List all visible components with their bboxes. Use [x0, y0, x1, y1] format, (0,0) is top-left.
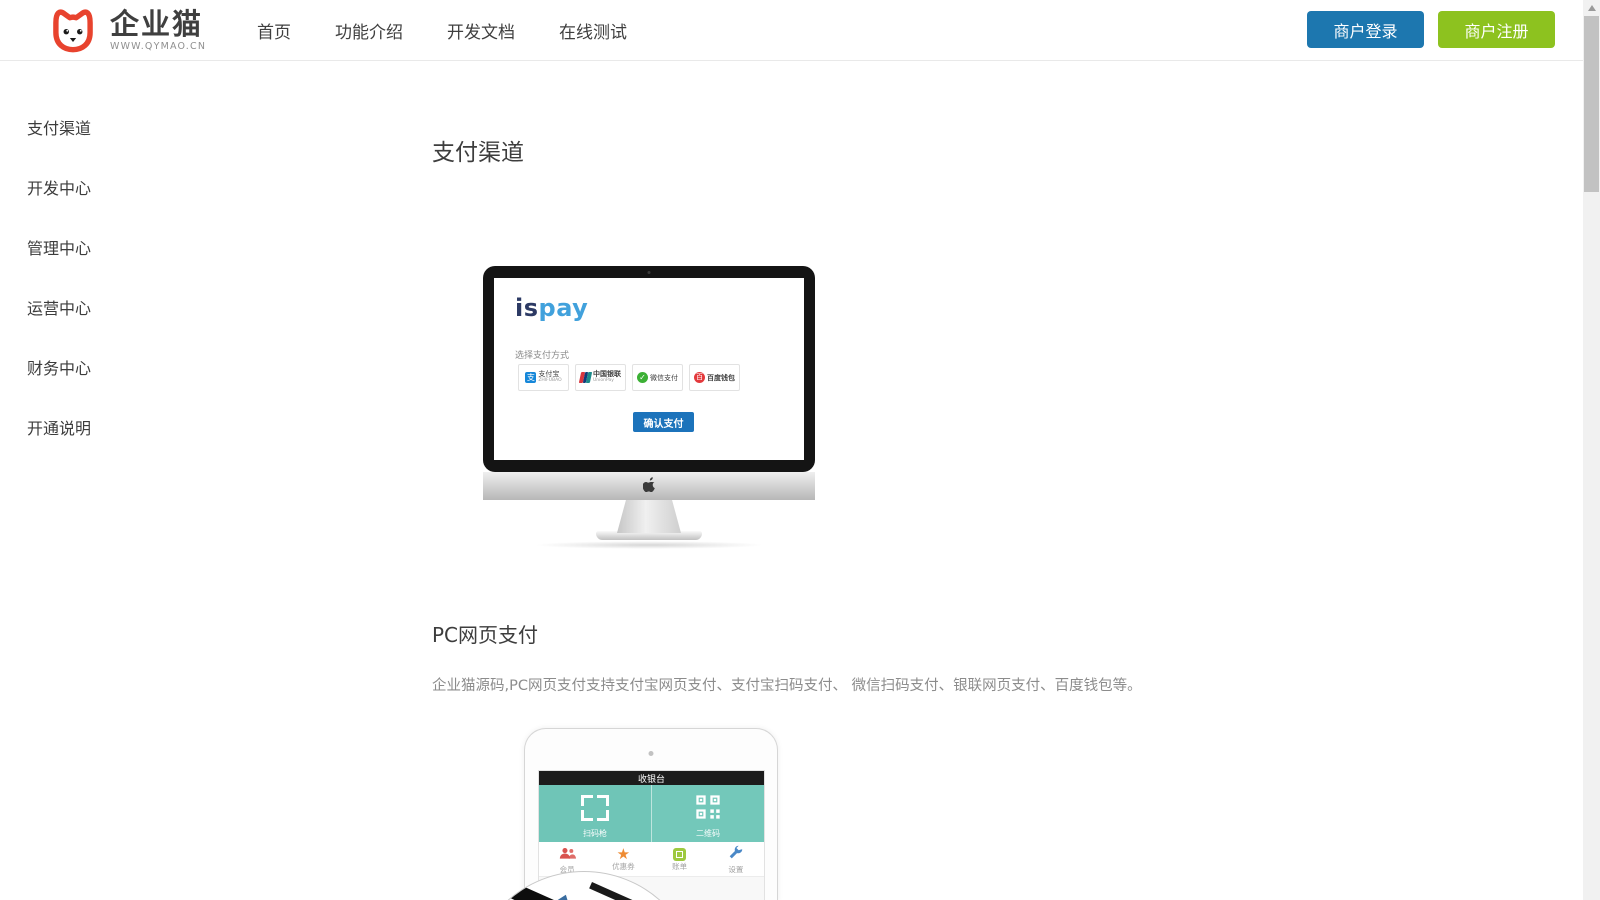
section-title: PC网页支付 [432, 619, 538, 648]
wrench-icon [728, 845, 743, 864]
qr-code-icon [693, 793, 723, 825]
imac-screen: ispay 选择支付方式 支 支付宝 ZHIFUBAO 中国银联 [494, 278, 804, 460]
logo-title: 企业猫 [110, 7, 206, 41]
wechat-pay-icon: ✓ [637, 372, 648, 383]
sidebar-item-finance-center[interactable]: 财务中心 [27, 357, 91, 380]
top-navbar: 企业猫 WWW.QYMAO.CN 首页 功能介绍 开发文档 在线测试 商户登录 … [0, 0, 1600, 61]
merchant-register-button[interactable]: 商户注册 [1438, 11, 1555, 48]
sidebar-item-dev-center[interactable]: 开发中心 [27, 177, 91, 200]
section-description: 企业猫源码,PC网页支付支持支付宝网页支付、支付宝扫码支付、 微信扫码支付、银联… [432, 674, 1142, 695]
imac-illustration: ispay 选择支付方式 支 支付宝 ZHIFUBAO 中国银联 [483, 266, 815, 549]
imac-shadow [534, 541, 764, 549]
payment-method-unionpay: 中国银联 UnionPay [575, 364, 626, 391]
vertical-scrollbar[interactable] [1583, 0, 1600, 900]
sidebar-item-operation-center[interactable]: 运营中心 [27, 297, 91, 320]
page-title: 支付渠道 [432, 133, 524, 167]
card-corner-graphic [549, 893, 572, 900]
unionpay-icon [579, 372, 592, 383]
side-menu: 支付渠道 开发中心 管理中心 运营中心 财务中心 开通说明 [27, 117, 91, 477]
coupon-star-icon: ★ [617, 847, 630, 861]
scroll-up-icon[interactable] [1583, 5, 1600, 15]
imac-camera-dot [648, 271, 651, 274]
toolbar-bill: 账单 [652, 842, 708, 876]
sidebar-item-activation-guide[interactable]: 开通说明 [27, 417, 91, 440]
nav-item-online-test[interactable]: 在线测试 [559, 18, 627, 43]
bill-icon [673, 848, 686, 861]
qr-code-panel: 二维码 [652, 785, 764, 842]
payment-method-list: 支 支付宝 ZHIFUBAO 中国银联 UnionPay [518, 364, 740, 391]
scan-gun-panel: 扫码枪 [539, 785, 652, 842]
payment-method-baidu-wallet: 百 百度钱包 [689, 364, 740, 391]
imac-chin [483, 472, 815, 500]
card-stripe-graphic [589, 882, 643, 900]
toolbar-settings: 设置 [708, 842, 764, 876]
logo-subtitle: WWW.QYMAO.CN [110, 41, 206, 52]
ispay-logo: ispay [515, 294, 588, 322]
logo[interactable]: 企业猫 WWW.QYMAO.CN [46, 2, 206, 56]
imac-bezel: ispay 选择支付方式 支 支付宝 ZHIFUBAO 中国银联 [483, 266, 815, 472]
cat-logo-icon [46, 2, 100, 56]
payment-method-wechat: ✓ 微信支付 [632, 364, 683, 391]
nav-item-docs[interactable]: 开发文档 [447, 18, 515, 43]
confirm-payment-button: 确认支付 [633, 412, 694, 432]
baidu-wallet-icon: 百 [694, 372, 705, 383]
merchant-login-button[interactable]: 商户登录 [1307, 11, 1424, 48]
member-icon [559, 845, 576, 864]
main-nav: 首页 功能介绍 开发文档 在线测试 [257, 0, 627, 60]
cashier-title-bar: 收银台 [539, 771, 764, 785]
page: 企业猫 WWW.QYMAO.CN 首页 功能介绍 开发文档 在线测试 商户登录 … [0, 0, 1600, 900]
scan-frame-icon [581, 795, 609, 821]
payment-method-alipay: 支 支付宝 ZHIFUBAO [518, 364, 569, 391]
choose-payment-label: 选择支付方式 [515, 348, 569, 361]
imac-stand-neck [617, 500, 681, 533]
sidebar-item-admin-center[interactable]: 管理中心 [27, 237, 91, 260]
tablet-camera-dot [649, 751, 654, 756]
scrollbar-thumb[interactable] [1584, 16, 1599, 192]
apple-logo-icon [643, 477, 656, 496]
toolbar-coupon: ★ 优惠券 [595, 842, 651, 876]
alipay-icon: 支 [525, 372, 536, 383]
sidebar-item-payment-channels[interactable]: 支付渠道 [27, 117, 91, 140]
nav-item-features[interactable]: 功能介绍 [335, 18, 403, 43]
nav-item-home[interactable]: 首页 [257, 18, 291, 43]
